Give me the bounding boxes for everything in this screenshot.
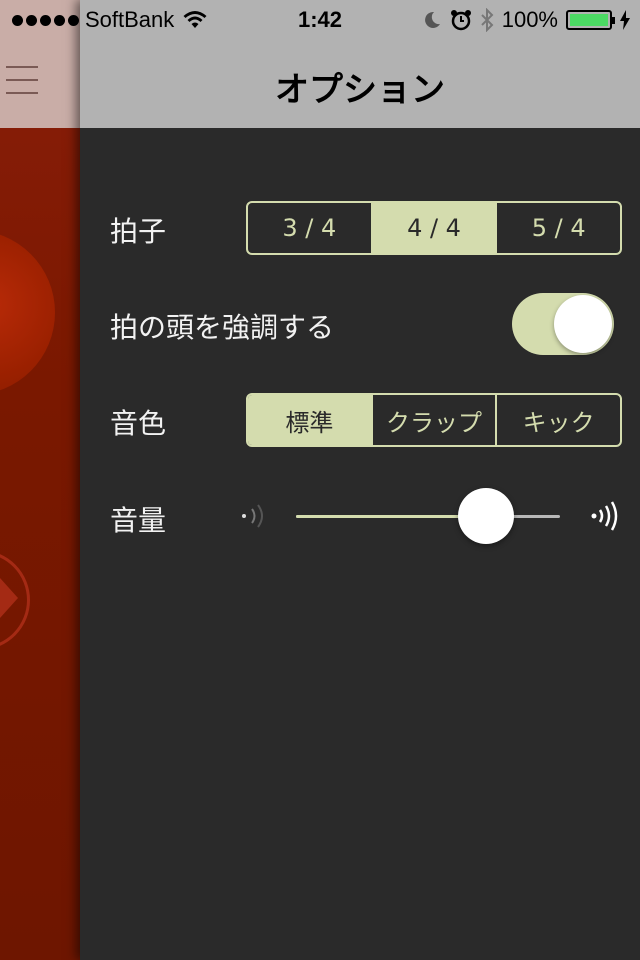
tone-row: 音色 標準 クラップ キック: [80, 392, 640, 448]
moon-icon: [424, 11, 440, 28]
status-bar: SoftBank 1:42 100%: [0, 0, 640, 40]
segment-4-4[interactable]: 4 / 4: [372, 203, 498, 253]
tone-label: 音色: [110, 407, 167, 440]
charging-icon: [620, 10, 630, 30]
accent-row: 拍の頭を強調する: [80, 292, 640, 356]
accent-label: 拍の頭を強調する: [110, 311, 335, 344]
page-title: オプション: [275, 70, 445, 110]
time-signature-control: 3 / 4 4 / 4 5 / 4: [246, 201, 622, 255]
segment-3-4[interactable]: 3 / 4: [248, 203, 373, 253]
accent-toggle[interactable]: [512, 293, 614, 355]
menu-icon[interactable]: [6, 66, 38, 94]
slider-track[interactable]: [296, 515, 560, 518]
segment-kick[interactable]: キック: [497, 395, 620, 445]
toggle-knob: [554, 295, 612, 353]
segment-standard[interactable]: 標準: [248, 395, 373, 445]
bluetooth-icon: [481, 8, 494, 32]
tone-control: 標準 クラップ キック: [246, 393, 622, 447]
volume-high-icon: [591, 501, 618, 531]
time-signature-label: 拍子: [110, 215, 167, 248]
segment-clap[interactable]: クラップ: [373, 395, 498, 445]
options-panel: オプション 拍子 3 / 4 4 / 4 5 / 4 拍の頭を強調する 音色 標…: [80, 0, 640, 960]
segment-5-4[interactable]: 5 / 4: [497, 203, 620, 253]
volume-slider[interactable]: [240, 486, 620, 546]
volume-label: 音量: [110, 504, 167, 537]
background-circle: [0, 230, 55, 395]
alarm-icon: [450, 10, 471, 31]
battery-percent: 100%: [501, 7, 558, 32]
battery-icon: [566, 10, 615, 30]
volume-row: 音量: [80, 486, 640, 546]
play-icon: [0, 578, 18, 618]
background-view: [0, 0, 80, 960]
time-signature-row: 拍子 3 / 4 4 / 4 5 / 4: [80, 200, 640, 256]
volume-low-icon: [242, 504, 263, 528]
slider-thumb[interactable]: [458, 488, 515, 544]
